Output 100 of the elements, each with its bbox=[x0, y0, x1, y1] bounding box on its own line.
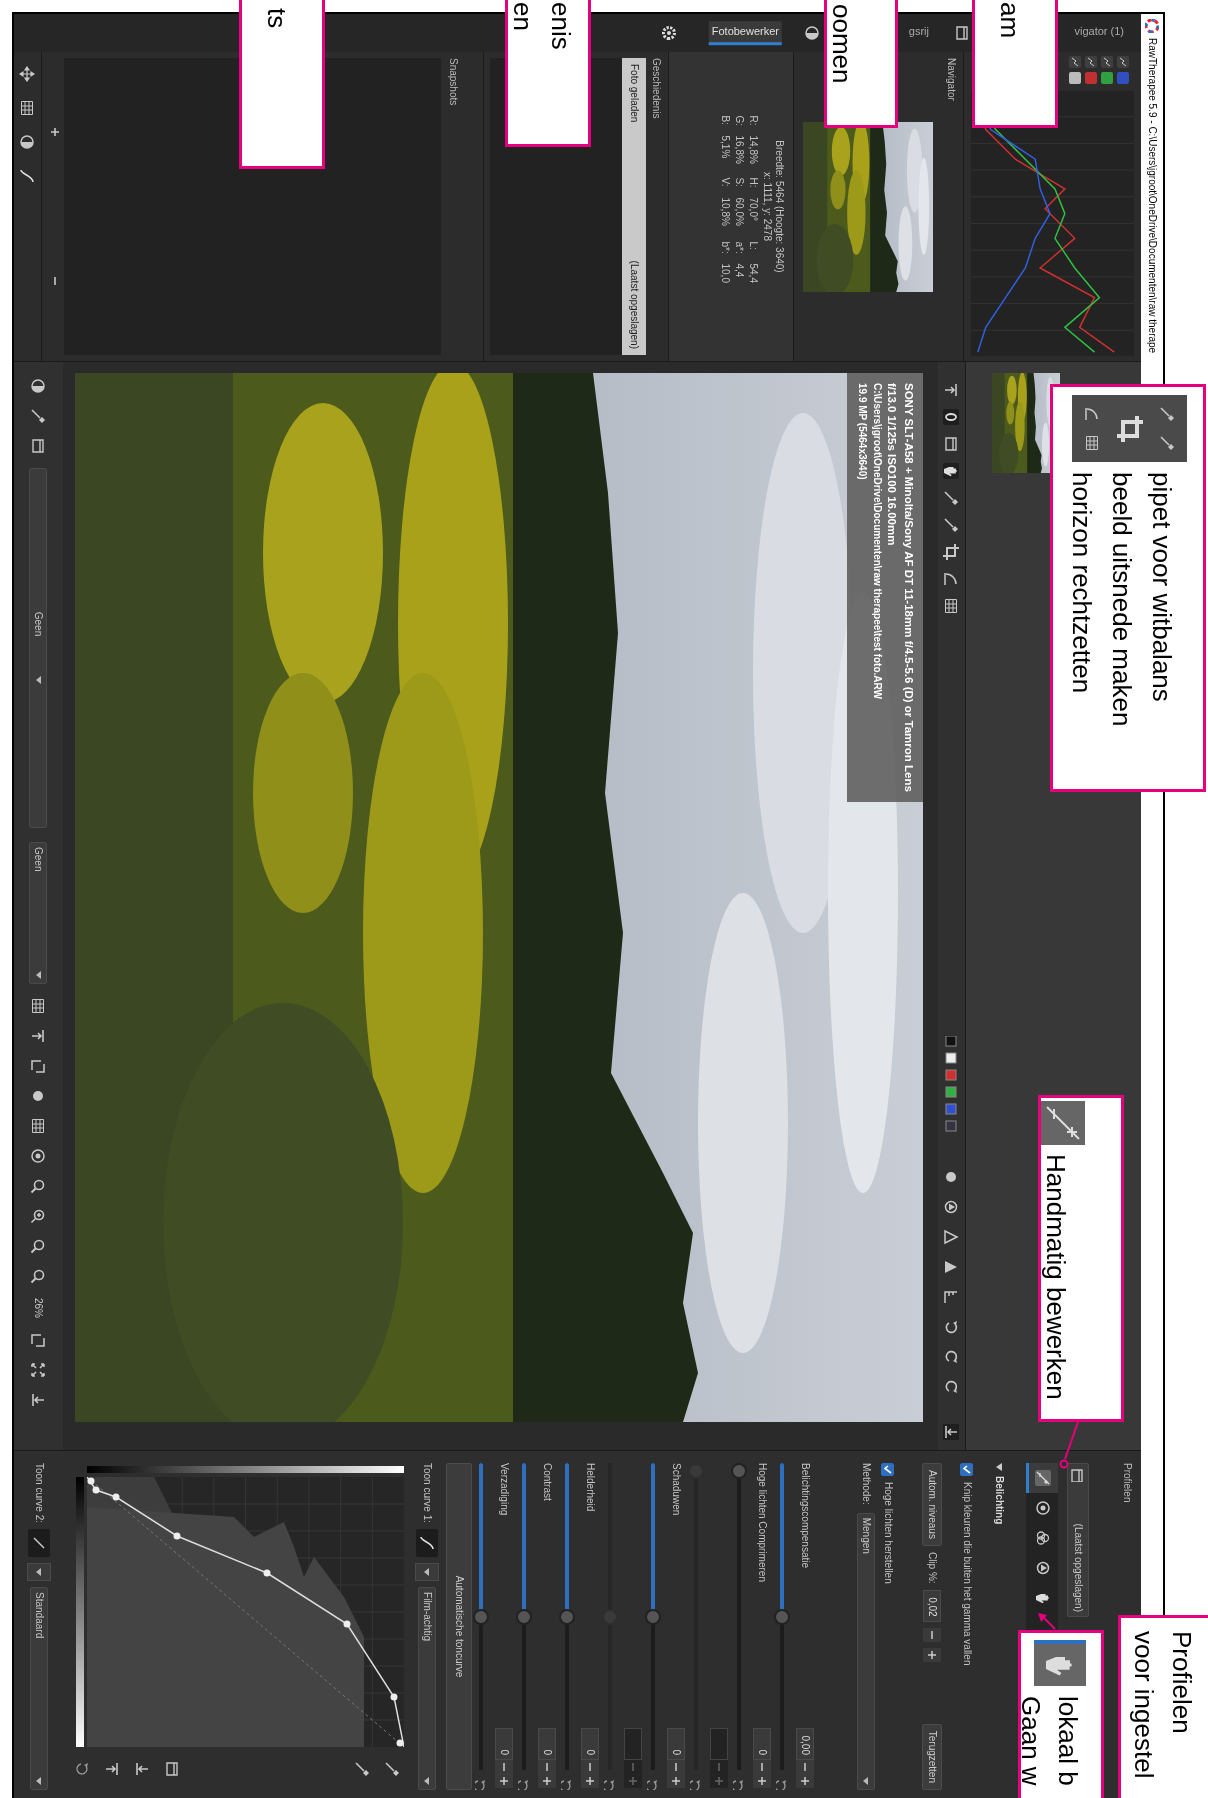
menu-button[interactable] bbox=[27, 1563, 51, 1582]
slider-thumb[interactable] bbox=[774, 1608, 791, 1625]
reset-icon[interactable] bbox=[518, 1778, 531, 1790]
plus-button[interactable] bbox=[667, 1774, 686, 1788]
gear-icon[interactable] bbox=[661, 25, 677, 41]
zoom-icon[interactable] bbox=[30, 1238, 47, 1254]
plus-button[interactable] bbox=[495, 1774, 514, 1788]
checkbox[interactable] bbox=[881, 1463, 895, 1476]
value-field[interactable]: 0 bbox=[581, 1728, 600, 1760]
half-circle-icon[interactable] bbox=[804, 25, 820, 41]
dropdown[interactable]: Geen bbox=[29, 468, 48, 828]
minus-button[interactable] bbox=[796, 1760, 815, 1774]
reset-button[interactable]: Terugzetten bbox=[922, 1723, 942, 1790]
editor-tab[interactable]: vigator (1) bbox=[1071, 20, 1127, 46]
half-circle-icon[interactable] bbox=[19, 134, 36, 150]
zoom-out-icon[interactable] bbox=[30, 1178, 47, 1194]
slider-thumb[interactable] bbox=[559, 1608, 576, 1625]
curve-type-button[interactable] bbox=[416, 1529, 438, 1558]
curve-mode-dropdown[interactable]: Film-achtig bbox=[418, 1587, 436, 1790]
new-window-icon[interactable] bbox=[30, 1332, 47, 1348]
curve-mode-dropdown[interactable]: Standaard bbox=[30, 1587, 48, 1790]
window-icon[interactable] bbox=[954, 25, 970, 41]
curve-point[interactable] bbox=[396, 1739, 404, 1747]
grid-icon[interactable] bbox=[30, 998, 47, 1014]
minus-button[interactable] bbox=[538, 1760, 557, 1774]
reset-icon[interactable] bbox=[776, 1778, 789, 1790]
zoom-in-icon[interactable] bbox=[30, 1208, 47, 1224]
curve-point[interactable] bbox=[390, 1693, 398, 1701]
plus-button[interactable] bbox=[923, 1647, 941, 1662]
rotate-right-icon[interactable] bbox=[943, 1349, 960, 1365]
ruler-icon[interactable] bbox=[943, 1289, 960, 1305]
pipette-icon[interactable] bbox=[354, 1761, 370, 1777]
compare-icon[interactable] bbox=[30, 378, 47, 394]
plus-icon[interactable] bbox=[50, 127, 60, 138]
expander-icon[interactable] bbox=[995, 1463, 1003, 1471]
minus-button[interactable] bbox=[667, 1760, 686, 1774]
pipette-icon[interactable] bbox=[384, 1761, 400, 1777]
minus-button[interactable] bbox=[581, 1760, 600, 1774]
value-field[interactable]: 0 bbox=[667, 1728, 686, 1760]
curve-point[interactable] bbox=[92, 1486, 100, 1494]
plus-button[interactable] bbox=[538, 1774, 557, 1788]
circle-icon[interactable] bbox=[30, 1148, 47, 1164]
move-icon[interactable] bbox=[19, 66, 36, 82]
zero-icon[interactable] bbox=[943, 409, 960, 425]
reset-icon[interactable] bbox=[647, 1778, 660, 1790]
fullscreen-icon[interactable] bbox=[30, 1362, 47, 1378]
slider-thumb[interactable] bbox=[516, 1608, 533, 1625]
value-field[interactable]: 0 bbox=[538, 1728, 557, 1760]
pipette-icon[interactable] bbox=[943, 517, 960, 533]
newwin-icon[interactable] bbox=[30, 1058, 47, 1074]
curve-point[interactable] bbox=[112, 1493, 120, 1501]
checkbox[interactable] bbox=[960, 1463, 974, 1476]
triangle-icon[interactable] bbox=[943, 1229, 960, 1245]
zoom-icon[interactable] bbox=[30, 1268, 47, 1284]
channel-toggle-icon[interactable] bbox=[1117, 56, 1129, 68]
plus-button[interactable] bbox=[581, 1774, 600, 1788]
slider-thumb[interactable] bbox=[645, 1608, 662, 1625]
auto-levels-button[interactable]: Autom. niveaus bbox=[922, 1463, 942, 1546]
channel-toggle-icon[interactable] bbox=[1085, 56, 1097, 68]
rotate-right-icon[interactable] bbox=[943, 1379, 960, 1395]
curve-point[interactable] bbox=[87, 1477, 95, 1485]
channel-toggle-icon[interactable] bbox=[1101, 56, 1113, 68]
plus-button[interactable] bbox=[796, 1774, 815, 1788]
tool-tab[interactable] bbox=[1026, 1463, 1058, 1493]
value-field[interactable]: 0 bbox=[753, 1728, 772, 1760]
slider-thumb[interactable] bbox=[473, 1608, 490, 1625]
reset-icon[interactable] bbox=[561, 1778, 574, 1790]
window-icon[interactable] bbox=[30, 438, 47, 454]
channel-toggles-drawing[interactable] bbox=[943, 1036, 960, 1133]
reset-icon[interactable] bbox=[74, 1761, 90, 1777]
curve-point[interactable] bbox=[263, 1569, 271, 1577]
reset-icon[interactable] bbox=[475, 1778, 488, 1790]
channel-toggle-icon[interactable] bbox=[1069, 72, 1081, 84]
value-field[interactable]: 0 bbox=[495, 1728, 514, 1760]
window-icon[interactable] bbox=[943, 436, 960, 452]
plus-button[interactable] bbox=[753, 1774, 772, 1788]
straighten-icon[interactable] bbox=[943, 571, 960, 587]
minus-button[interactable] bbox=[753, 1760, 772, 1774]
crop-icon[interactable] bbox=[943, 544, 960, 560]
editor-tab[interactable]: gsrij bbox=[905, 20, 932, 46]
hand-icon[interactable] bbox=[943, 463, 960, 479]
curve-point[interactable] bbox=[173, 1532, 181, 1540]
channel-toggle-icon[interactable] bbox=[1085, 72, 1097, 84]
value-field[interactable]: 0,00 bbox=[796, 1728, 815, 1760]
minus-button[interactable] bbox=[923, 1627, 941, 1642]
reset-icon[interactable] bbox=[733, 1778, 746, 1790]
grid-icon[interactable] bbox=[19, 100, 36, 116]
profile-dropdown[interactable]: (Laatst opgeslagen) bbox=[1067, 1463, 1089, 1617]
value-field[interactable]: 0,02 bbox=[923, 1589, 941, 1622]
rotate-left-icon[interactable] bbox=[943, 1319, 960, 1335]
slider-thumb[interactable] bbox=[731, 1463, 748, 1479]
minus-button[interactable] bbox=[495, 1760, 514, 1774]
editor-tab[interactable]: Fotobewerker bbox=[708, 20, 782, 46]
grid-icon[interactable] bbox=[943, 598, 960, 614]
channel-toggle-icon[interactable] bbox=[1101, 72, 1113, 84]
pipette-icon[interactable] bbox=[30, 408, 47, 424]
method-dropdown[interactable]: Mengen bbox=[857, 1512, 875, 1790]
curve-point[interactable] bbox=[343, 1620, 351, 1628]
pipette-icon[interactable] bbox=[943, 490, 960, 506]
channel-toggle-icon[interactable] bbox=[1069, 56, 1081, 68]
